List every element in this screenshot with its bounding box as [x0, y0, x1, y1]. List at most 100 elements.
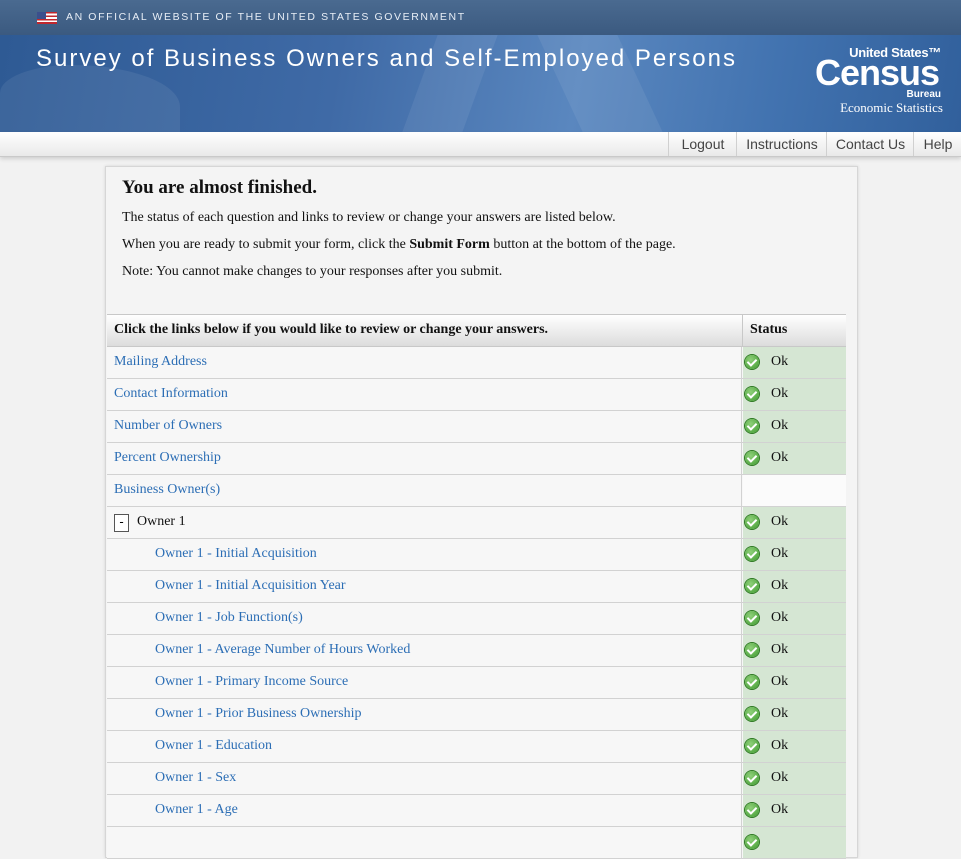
logo-bureau: Bureau [906, 89, 941, 100]
check-circle-icon [745, 803, 759, 817]
row-status-cell: Ok [743, 507, 846, 538]
prior-business-ownership-link[interactable]: Owner 1 - Prior Business Ownership [155, 706, 361, 722]
status-text: Ok [771, 418, 789, 433]
status-text: Ok [771, 450, 789, 465]
row-name-cell: Owner 1 - Initial Acquisition Year [107, 571, 742, 602]
table-row [107, 827, 846, 859]
logout-link[interactable]: Logout [668, 132, 737, 156]
table-row: Number of Owners Ok [107, 411, 846, 443]
gov-banner: AN OFFICIAL WEBSITE OF THE UNITED STATES… [0, 0, 961, 35]
review-heading: You are almost finished. [122, 177, 317, 198]
logo-subtitle: Economic Statistics [840, 100, 943, 115]
number-of-owners-link[interactable]: Number of Owners [114, 418, 222, 434]
row-name-cell: Owner 1 - Prior Business Ownership [107, 699, 742, 730]
hours-worked-link[interactable]: Owner 1 - Average Number of Hours Worked [155, 642, 410, 658]
row-name-cell: Contact Information [107, 379, 742, 410]
table-row: Business Owner(s) [107, 475, 846, 507]
gov-banner-text: AN OFFICIAL WEBSITE OF THE UNITED STATES… [66, 11, 466, 23]
submit-instructions-end: button at the bottom of the page. [489, 237, 676, 252]
submit-form-mention: Submit Form [409, 237, 490, 252]
owner-1-label: Owner 1 [137, 514, 186, 529]
row-status-cell [743, 827, 846, 858]
age-link[interactable]: Owner 1 - Age [155, 802, 238, 818]
row-status-cell: Ok [743, 347, 846, 378]
help-link[interactable]: Help [913, 132, 961, 156]
check-circle-icon [745, 547, 759, 561]
row-status-cell: Ok [743, 411, 846, 442]
row-status-cell: Ok [743, 763, 846, 794]
table-row: Owner 1 - Age Ok [107, 795, 846, 827]
initial-acquisition-year-link[interactable]: Owner 1 - Initial Acquisition Year [155, 578, 346, 594]
table-row: Owner 1 - Prior Business Ownership Ok [107, 699, 846, 731]
row-status-cell: Ok [743, 571, 846, 602]
status-text: Ok [771, 610, 789, 625]
census-logo[interactable]: United States™ Census Bureau Economic St… [803, 43, 943, 123]
table-row: Owner 1 - Primary Income Source Ok [107, 667, 846, 699]
status-text: Ok [771, 642, 789, 657]
job-functions-link[interactable]: Owner 1 - Job Function(s) [155, 610, 303, 626]
mailing-address-link[interactable]: Mailing Address [114, 354, 207, 370]
row-name-cell: Owner 1 - Primary Income Source [107, 667, 742, 698]
sex-link[interactable]: Owner 1 - Sex [155, 770, 236, 786]
table-row: Owner 1 - Initial Acquisition Year Ok [107, 571, 846, 603]
header-divider [742, 315, 743, 346]
education-link[interactable]: Owner 1 - Education [155, 738, 272, 754]
business-owners-link[interactable]: Business Owner(s) [114, 482, 220, 498]
row-status-cell [743, 475, 846, 506]
site-header: Survey of Business Owners and Self-Emplo… [0, 35, 961, 132]
header-status: Status [750, 322, 788, 337]
check-circle-icon [745, 675, 759, 689]
check-circle-icon [745, 771, 759, 785]
page-title: Survey of Business Owners and Self-Emplo… [36, 45, 737, 72]
contact-information-link[interactable]: Contact Information [114, 386, 228, 402]
us-flag-icon [37, 12, 57, 24]
row-name-cell: Business Owner(s) [107, 475, 742, 506]
row-name-cell: Mailing Address [107, 347, 742, 378]
check-circle-icon [745, 835, 759, 849]
table-row: Owner 1 - Initial Acquisition Ok [107, 539, 846, 571]
intro-text: The status of each question and links to… [122, 210, 616, 225]
header-review-links: Click the links below if you would like … [114, 322, 549, 337]
primary-income-source-link[interactable]: Owner 1 - Primary Income Source [155, 674, 348, 690]
table-header: Click the links below if you would like … [107, 314, 846, 347]
logo-census: Census [814, 52, 940, 93]
check-circle-icon [745, 739, 759, 753]
row-name-cell: Owner 1 - Average Number of Hours Worked [107, 635, 742, 666]
map-decoration [0, 65, 180, 132]
row-name-cell [107, 827, 742, 858]
status-text: Ok [771, 706, 789, 721]
row-name-cell: Number of Owners [107, 411, 742, 442]
table-row: Contact Information Ok [107, 379, 846, 411]
status-text: Ok [771, 578, 789, 593]
row-name-cell: - Owner 1 [107, 507, 742, 538]
check-circle-icon [745, 707, 759, 721]
initial-acquisition-link[interactable]: Owner 1 - Initial Acquisition [155, 546, 317, 562]
submit-note: Note: You cannot make changes to your re… [122, 264, 503, 279]
status-text: Ok [771, 738, 789, 753]
row-status-cell: Ok [743, 795, 846, 826]
row-status-cell: Ok [743, 667, 846, 698]
contact-us-link[interactable]: Contact Us [826, 132, 914, 156]
submit-instructions-start: When you are ready to submit your form, … [122, 237, 410, 252]
row-name-cell: Owner 1 - Education [107, 731, 742, 762]
status-text: Ok [771, 802, 789, 817]
check-circle-icon [745, 355, 759, 369]
row-status-cell: Ok [743, 731, 846, 762]
table-row: - Owner 1 Ok [107, 507, 846, 539]
row-status-cell: Ok [743, 443, 846, 474]
check-circle-icon [745, 419, 759, 433]
submit-instructions: When you are ready to submit your form, … [122, 237, 676, 253]
row-status-cell: Ok [743, 539, 846, 570]
table-row: Mailing Address Ok [107, 347, 846, 379]
row-name-cell: Owner 1 - Job Function(s) [107, 603, 742, 634]
check-circle-icon [745, 643, 759, 657]
collapse-toggle[interactable]: - [114, 514, 129, 532]
status-text: Ok [771, 770, 789, 785]
row-name-cell: Owner 1 - Age [107, 795, 742, 826]
instructions-link[interactable]: Instructions [736, 132, 827, 156]
percent-ownership-link[interactable]: Percent Ownership [114, 450, 221, 466]
check-circle-icon [745, 387, 759, 401]
check-circle-icon [745, 451, 759, 465]
status-text: Ok [771, 546, 789, 561]
status-text: Ok [771, 354, 789, 369]
